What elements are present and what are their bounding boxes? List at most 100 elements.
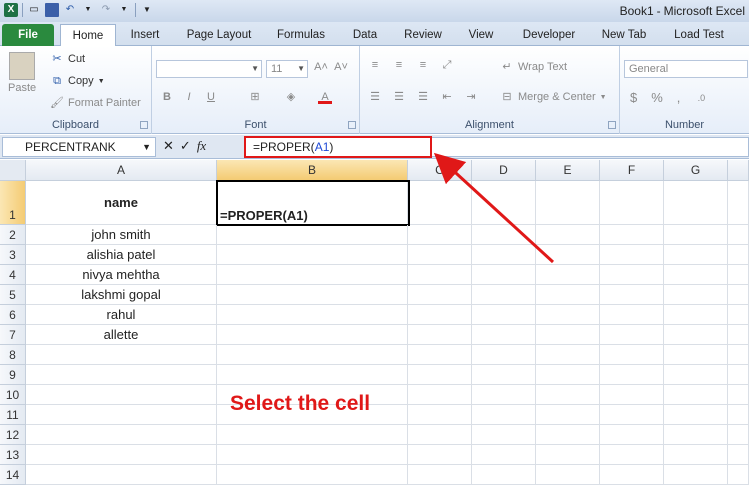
cell-b5[interactable] [217,285,408,305]
cell-d2[interactable] [472,225,536,245]
bold-button[interactable]: B [160,90,174,104]
cell-f2[interactable] [600,225,664,245]
dialog-launcher-icon[interactable] [348,121,356,129]
customize-toolbar-icon[interactable]: ▼ [140,3,154,17]
redo-icon[interactable]: ↷ [99,3,113,17]
tab-page-layout[interactable]: Page Layout [180,24,258,46]
cell-g10[interactable] [664,385,728,405]
cell-b13[interactable] [217,445,408,465]
cell-f12[interactable] [600,425,664,445]
cell-e1[interactable] [536,181,600,225]
cell-h7[interactable] [728,325,749,345]
paste-button[interactable]: Paste [8,52,36,94]
cell-c11[interactable] [408,405,472,425]
align-right-icon[interactable]: ☰ [416,90,430,104]
column-header-d[interactable]: D [472,160,536,181]
cell-c14[interactable] [408,465,472,485]
cell-f8[interactable] [600,345,664,365]
cell-d13[interactable] [472,445,536,465]
cell-f1[interactable] [600,181,664,225]
tab-review[interactable]: Review [398,24,448,46]
cell-c10[interactable] [408,385,472,405]
cell-a12[interactable] [26,425,217,445]
decrease-indent-icon[interactable]: ⇤ [440,90,454,104]
cell-d10[interactable] [472,385,536,405]
insert-function-icon[interactable]: fx [197,138,206,154]
cell-c1[interactable] [408,181,472,225]
cell-g12[interactable] [664,425,728,445]
cell-g5[interactable] [664,285,728,305]
save-icon[interactable] [45,3,59,17]
cell-c9[interactable] [408,365,472,385]
cell-g7[interactable] [664,325,728,345]
increase-decimal-icon[interactable]: .0 [694,91,708,105]
align-center-icon[interactable]: ☰ [392,90,406,104]
font-name-combo[interactable]: ▼ [156,60,262,78]
cell-g4[interactable] [664,265,728,285]
cell-c3[interactable] [408,245,472,265]
cell-a11[interactable] [26,405,217,425]
cell-h4[interactable] [728,265,749,285]
tab-developer[interactable]: Developer [514,24,584,46]
row-header-8[interactable]: 8 [0,345,26,365]
chevron-down-icon[interactable]: ▼ [142,138,151,156]
cell-b6[interactable] [217,305,408,325]
cell-f13[interactable] [600,445,664,465]
select-all-corner[interactable] [0,160,26,181]
font-color-button[interactable]: A [318,90,332,104]
cell-f7[interactable] [600,325,664,345]
cell-b14[interactable] [217,465,408,485]
font-size-combo[interactable]: 11 ▼ [266,60,308,78]
cell-d9[interactable] [472,365,536,385]
orientation-icon[interactable]: ⤢ [440,58,454,72]
increase-indent-icon[interactable]: ⇥ [464,90,478,104]
cell-e14[interactable] [536,465,600,485]
cell-a6[interactable]: rahul [26,305,217,325]
cell-d7[interactable] [472,325,536,345]
cell-e7[interactable] [536,325,600,345]
cell-h1[interactable] [728,181,749,225]
new-sheet-icon[interactable]: ▭ [27,3,41,17]
column-header-g[interactable]: G [664,160,728,181]
cell-c2[interactable] [408,225,472,245]
enter-icon[interactable]: ✓ [180,138,191,154]
cell-a7[interactable]: allette [26,325,217,345]
copy-button[interactable]: ⧉ Copy ▼ [50,74,105,88]
cell-b7[interactable] [217,325,408,345]
cell-c5[interactable] [408,285,472,305]
cell-e3[interactable] [536,245,600,265]
cell-e2[interactable] [536,225,600,245]
underline-button[interactable]: U [204,90,218,104]
cell-f5[interactable] [600,285,664,305]
cell-c4[interactable] [408,265,472,285]
cell-f3[interactable] [600,245,664,265]
row-header-2[interactable]: 2 [0,225,26,245]
comma-icon[interactable]: , [677,90,681,105]
row-header-12[interactable]: 12 [0,425,26,445]
redo-dropdown-icon[interactable]: ▼ [117,3,131,17]
cell-f9[interactable] [600,365,664,385]
cell-e6[interactable] [536,305,600,325]
cell-a10[interactable] [26,385,217,405]
cell-b12[interactable] [217,425,408,445]
cell-b4[interactable] [217,265,408,285]
tab-new-tab[interactable]: New Tab [594,24,654,46]
align-middle-icon[interactable]: ≡ [392,58,406,72]
tab-home[interactable]: Home [60,24,116,47]
currency-icon[interactable]: $ [630,90,637,105]
cell-a3[interactable]: alishia patel [26,245,217,265]
cancel-icon[interactable]: ✕ [163,138,174,154]
cell-d8[interactable] [472,345,536,365]
grow-font-button[interactable]: A˄ [314,60,328,74]
cell-a8[interactable] [26,345,217,365]
row-header-11[interactable]: 11 [0,405,26,425]
cell-c6[interactable] [408,305,472,325]
row-header-3[interactable]: 3 [0,245,26,265]
wrap-text-button[interactable]: ↵ Wrap Text [500,60,567,74]
cell-a1[interactable]: name [26,181,217,225]
row-header-9[interactable]: 9 [0,365,26,385]
cell-g1[interactable] [664,181,728,225]
cell-c12[interactable] [408,425,472,445]
column-header-c[interactable]: C [408,160,472,181]
cell-h13[interactable] [728,445,749,465]
